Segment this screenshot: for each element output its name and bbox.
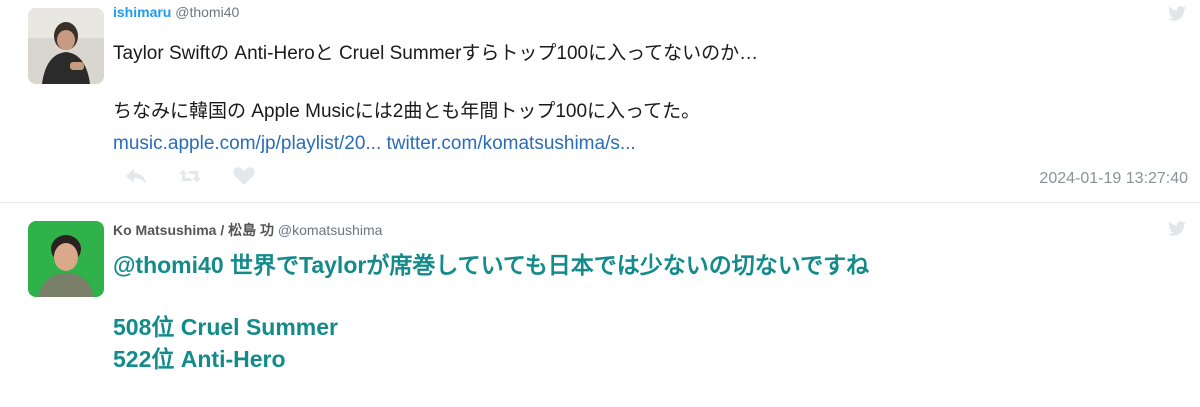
playlist-link[interactable]: music.apple.com/jp/playlist/20... xyxy=(113,133,381,154)
author-handle[interactable]: @thomi40 xyxy=(175,4,239,20)
avatar[interactable] xyxy=(28,221,104,297)
tweet-card: ishimaru @thomi40 Taylor Swiftの Anti-Her… xyxy=(0,0,1200,203)
like-icon[interactable] xyxy=(232,166,256,186)
author-handle[interactable]: @komatsushima xyxy=(278,222,382,238)
tweet-header: Ko Matsushima / 松島 功 @komatsushima xyxy=(113,220,382,240)
author-name[interactable]: ishimaru xyxy=(113,4,171,20)
retweet-icon[interactable] xyxy=(178,166,202,186)
tweet-links: music.apple.com/jp/playlist/20... twitte… xyxy=(113,128,758,160)
reply-icon[interactable] xyxy=(124,166,148,186)
quoted-tweet-link[interactable]: twitter.com/komatsushima/s... xyxy=(387,133,636,154)
tweet-card: Ko Matsushima / 松島 功 @komatsushima @thom… xyxy=(0,203,1200,407)
tweet-timestamp[interactable]: 2024-01-19 13:27:40 xyxy=(1039,170,1188,188)
tweet-text: @thomi40 世界でTaylorが席巻していても日本では少ないの切ないですね… xyxy=(113,249,869,375)
author-name[interactable]: Ko Matsushima / 松島 功 xyxy=(113,222,274,238)
tweet-actions xyxy=(124,166,256,186)
avatar[interactable] xyxy=(28,8,104,84)
tweet-text-line: 522位 Anti-Hero xyxy=(113,346,286,372)
tweet-header: ishimaru @thomi40 xyxy=(113,4,239,20)
twitter-bird-icon xyxy=(1168,221,1186,236)
twitter-bird-icon xyxy=(1168,6,1186,21)
tweet-text-line: 508位 Cruel Summer xyxy=(113,314,338,340)
tweet-text-line: Taylor Swiftの Anti-Heroと Cruel Summerすらト… xyxy=(113,43,759,64)
tweet-text-line: @thomi40 世界でTaylorが席巻していても日本では少ないの切ないですね xyxy=(113,252,870,278)
tweet-text: Taylor Swiftの Anti-Heroと Cruel Summerすらト… xyxy=(113,38,758,160)
tweet-text-line: ちなみに韓国の Apple Musicには2曲とも年間トップ100に入ってた。 xyxy=(113,101,701,122)
